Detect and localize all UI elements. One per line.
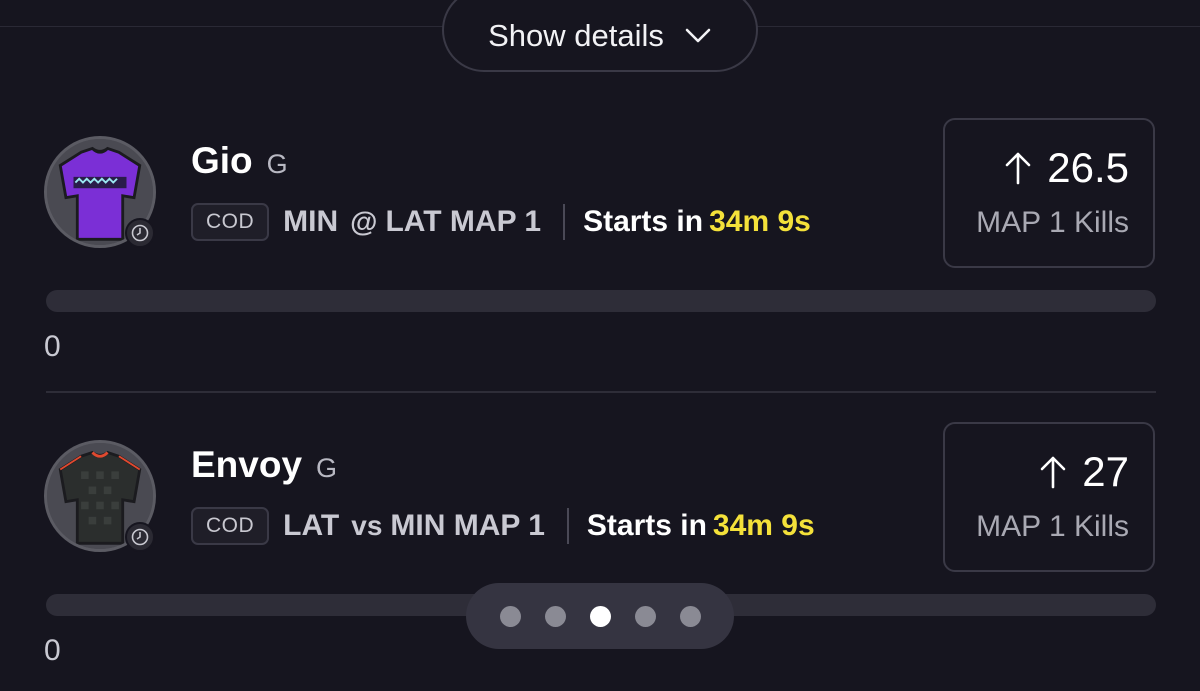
match-info: MIN @ LAT MAP 1	[283, 205, 541, 239]
start-countdown: Starts in 34m 9s	[583, 205, 811, 239]
starts-label: Starts in	[583, 205, 704, 238]
show-details-button[interactable]: Show details	[442, 0, 758, 72]
match-separator: @	[350, 206, 378, 237]
progress-bar	[46, 290, 1156, 312]
carousel-pager	[466, 583, 734, 649]
projection-value: 26.5	[1047, 144, 1129, 191]
team: MIN	[283, 205, 339, 238]
player-name: Gio	[191, 140, 253, 181]
player-name-row: Envoy G	[191, 444, 337, 486]
league-tag: COD	[191, 203, 270, 241]
opponent: LAT MAP 1	[385, 205, 542, 238]
match-separator: vs	[351, 510, 383, 541]
projection-stat: MAP 1 Kills	[976, 510, 1129, 543]
clock-icon	[125, 522, 155, 552]
arrow-up-icon	[1005, 152, 1031, 185]
league-tag: COD	[191, 507, 270, 545]
opponent: MIN MAP 1	[390, 509, 545, 542]
meta-divider	[566, 508, 569, 544]
match-info: LAT vs MIN MAP 1	[283, 509, 545, 543]
projection-line: 27	[1038, 448, 1129, 496]
projection-stat: MAP 1 Kills	[976, 206, 1129, 239]
projection-line: 26.5	[1003, 144, 1129, 192]
card-separator	[46, 391, 1156, 393]
progress-value: 0	[44, 330, 61, 363]
player-card[interactable]: Envoy G COD LAT vs MIN MAP 1 Starts in 34m …	[0, 422, 1200, 691]
player-name-row: Gio G	[191, 140, 288, 182]
show-details-label: Show details	[488, 18, 664, 53]
player-position: G	[266, 149, 288, 179]
projection-box[interactable]: 26.5 MAP 1 Kills	[943, 118, 1155, 268]
pager-dot-4[interactable]	[634, 605, 656, 627]
player-position: G	[316, 453, 338, 483]
pager-dot-2[interactable]	[544, 605, 566, 627]
projection-box[interactable]: 27 MAP 1 Kills	[943, 422, 1155, 572]
match-meta: COD MIN @ LAT MAP 1 Starts in 34m 9s	[191, 202, 811, 242]
pager-dot-5[interactable]	[679, 605, 701, 627]
pager-dot-3-active[interactable]	[589, 605, 611, 627]
clock-icon	[125, 218, 155, 248]
pager-dot-1[interactable]	[499, 605, 521, 627]
start-countdown: Starts in 34m 9s	[587, 509, 815, 543]
player-card[interactable]: Gio G COD MIN @ LAT MAP 1 Starts in 34m 9s …	[0, 118, 1200, 418]
progress-value: 0	[44, 634, 61, 667]
page: Show details Gio G COD MIN @ LAT MAP 1 S…	[0, 0, 1200, 691]
starts-time: 34m 9s	[709, 205, 811, 238]
projection-value: 27	[1082, 448, 1129, 495]
starts-label: Starts in	[586, 509, 707, 542]
team: LAT	[283, 509, 340, 542]
chevron-down-icon	[685, 28, 711, 43]
meta-divider	[563, 204, 566, 240]
arrow-up-icon	[1040, 456, 1066, 489]
match-meta: COD LAT vs MIN MAP 1 Starts in 34m 9s	[191, 506, 815, 546]
starts-time: 34m 9s	[712, 509, 815, 542]
player-name: Envoy	[191, 444, 303, 485]
